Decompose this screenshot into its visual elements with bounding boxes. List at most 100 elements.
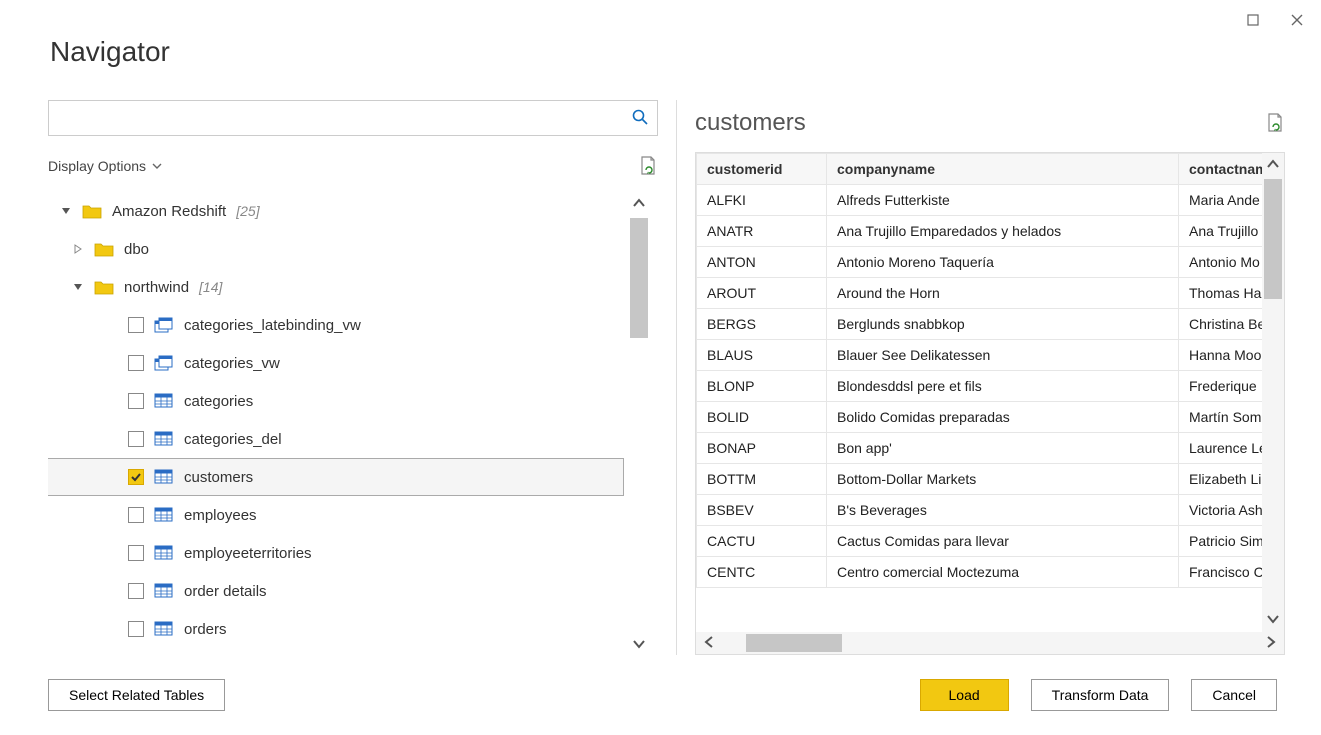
table-row[interactable]: CENTCCentro comercial MoctezumaFrancisco… xyxy=(697,557,1284,588)
collapse-icon[interactable] xyxy=(72,281,84,293)
scroll-thumb[interactable] xyxy=(1264,179,1282,299)
checkbox[interactable] xyxy=(128,545,144,561)
table-icon xyxy=(154,621,174,637)
load-button[interactable]: Load xyxy=(920,679,1009,711)
select-related-tables-button[interactable]: Select Related Tables xyxy=(48,679,225,711)
table-cell: Bottom-Dollar Markets xyxy=(827,464,1179,495)
table-row[interactable]: ALFKIAlfreds FutterkisteMaria Ande xyxy=(697,185,1284,216)
table-cell: CENTC xyxy=(697,557,827,588)
tree-item-label: categories_del xyxy=(184,431,282,448)
tree-item-categories_latebinding_vw[interactable]: categories_latebinding_vw xyxy=(48,306,624,344)
table-cell: Cactus Comidas para llevar xyxy=(827,526,1179,557)
table-row[interactable]: BLONPBlondesddsl pere et filsFrederique xyxy=(697,371,1284,402)
tree-item-customers[interactable]: customers xyxy=(48,458,624,496)
scroll-down-icon[interactable] xyxy=(628,633,650,655)
tree-item-employeeterritories[interactable]: employeeterritories xyxy=(48,534,624,572)
tree-item-label: categories_vw xyxy=(184,355,280,372)
table-cell: Alfreds Futterkiste xyxy=(827,185,1179,216)
checkbox[interactable] xyxy=(128,469,144,485)
table-cell: AROUT xyxy=(697,278,827,309)
table-row[interactable]: AROUTAround the HornThomas Har xyxy=(697,278,1284,309)
refresh-preview-icon[interactable] xyxy=(1265,115,1285,131)
vertical-divider xyxy=(676,100,677,655)
body-area: Display Options xyxy=(48,100,1285,655)
search-icon[interactable] xyxy=(631,108,649,129)
checkbox[interactable] xyxy=(128,355,144,371)
table-row[interactable]: ANTONAntonio Moreno TaqueríaAntonio Mo xyxy=(697,247,1284,278)
table-cell: Blondesddsl pere et fils xyxy=(827,371,1179,402)
table-row[interactable]: ANATRAna Trujillo Emparedados y heladosA… xyxy=(697,216,1284,247)
scroll-right-icon[interactable] xyxy=(1264,635,1278,652)
maximize-button[interactable] xyxy=(1243,10,1263,30)
tree-item-employees[interactable]: employees xyxy=(48,496,624,534)
view-icon xyxy=(154,355,174,371)
tree-items: categories_latebinding_vw categories_vw … xyxy=(48,306,624,648)
left-panel: Display Options xyxy=(48,100,658,655)
table-row[interactable]: CACTUCactus Comidas para llevarPatricio … xyxy=(697,526,1284,557)
tree-item-orders[interactable]: orders xyxy=(48,610,624,648)
table-cell: BSBEV xyxy=(697,495,827,526)
chevron-down-icon xyxy=(152,158,162,174)
checkbox[interactable] xyxy=(128,317,144,333)
preview-table-wrap: customerid companyname contactname ALFKI… xyxy=(695,152,1285,655)
table-row[interactable]: BOTTMBottom-Dollar MarketsElizabeth Li xyxy=(697,464,1284,495)
tree-item-label: customers xyxy=(184,469,253,486)
table-cell: Bon app' xyxy=(827,433,1179,464)
preview-header: customers xyxy=(695,100,1285,146)
tree-item-label: categories_latebinding_vw xyxy=(184,317,361,334)
table-header-row: customerid companyname contactname xyxy=(697,154,1284,185)
table-row[interactable]: BSBEVB's BeveragesVictoria Ash xyxy=(697,495,1284,526)
navigator-dialog: Navigator Display Options xyxy=(0,0,1321,735)
tree-item-categories[interactable]: categories xyxy=(48,382,624,420)
transform-data-button[interactable]: Transform Data xyxy=(1031,679,1170,711)
expand-icon[interactable] xyxy=(72,243,84,255)
checkbox[interactable] xyxy=(128,621,144,637)
refresh-schema-icon[interactable] xyxy=(638,158,658,174)
tree-item-order-details[interactable]: order details xyxy=(48,572,624,610)
table-row[interactable]: BLAUSBlauer See DelikatessenHanna Moo xyxy=(697,340,1284,371)
checkbox[interactable] xyxy=(128,393,144,409)
table-cell: B's Beverages xyxy=(827,495,1179,526)
table-icon xyxy=(154,545,174,561)
table-row[interactable]: BERGSBerglunds snabbkopChristina Be xyxy=(697,309,1284,340)
tree-root-amazon-redshift[interactable]: Amazon Redshift [25] xyxy=(48,192,624,230)
preview-vertical-scrollbar[interactable] xyxy=(1262,153,1284,632)
tree-schema-dbo[interactable]: dbo xyxy=(48,230,624,268)
tree-item-label: orders xyxy=(184,621,227,638)
preview-horizontal-scrollbar[interactable] xyxy=(696,632,1284,654)
scroll-left-icon[interactable] xyxy=(702,635,716,652)
checkbox[interactable] xyxy=(128,431,144,447)
close-button[interactable] xyxy=(1287,10,1307,30)
scroll-up-icon[interactable] xyxy=(628,192,650,214)
tree-scrollbar[interactable] xyxy=(628,192,650,655)
tree-item-label: categories xyxy=(184,393,253,410)
scroll-thumb[interactable] xyxy=(746,634,842,652)
column-header[interactable]: customerid xyxy=(697,154,827,185)
table-cell: Blauer See Delikatessen xyxy=(827,340,1179,371)
search-input[interactable] xyxy=(59,109,631,127)
tree-item-categories_vw[interactable]: categories_vw xyxy=(48,344,624,382)
scroll-thumb[interactable] xyxy=(630,218,648,338)
table-row[interactable]: BOLIDBolido Comidas preparadasMartín Som xyxy=(697,402,1284,433)
titlebar-controls xyxy=(1243,10,1307,30)
table-cell: Antonio Moreno Taquería xyxy=(827,247,1179,278)
tree-schema-northwind[interactable]: northwind [14] xyxy=(48,268,624,306)
table-cell: Berglunds snabbkop xyxy=(827,309,1179,340)
checkbox[interactable] xyxy=(128,583,144,599)
cancel-button[interactable]: Cancel xyxy=(1191,679,1277,711)
table-cell: ANATR xyxy=(697,216,827,247)
page-title: Navigator xyxy=(50,36,170,68)
table-cell: BOTTM xyxy=(697,464,827,495)
tree-item-categories_del[interactable]: categories_del xyxy=(48,420,624,458)
preview-table: customerid companyname contactname ALFKI… xyxy=(696,153,1284,588)
search-box[interactable] xyxy=(48,100,658,136)
scroll-down-icon[interactable] xyxy=(1262,608,1284,630)
column-header[interactable]: companyname xyxy=(827,154,1179,185)
table-cell: BLONP xyxy=(697,371,827,402)
checkbox[interactable] xyxy=(128,507,144,523)
display-options-row: Display Options xyxy=(48,146,658,186)
collapse-icon[interactable] xyxy=(60,205,72,217)
table-row[interactable]: BONAPBon app'Laurence Le xyxy=(697,433,1284,464)
scroll-up-icon[interactable] xyxy=(1262,153,1284,175)
display-options-dropdown[interactable]: Display Options xyxy=(48,158,162,174)
